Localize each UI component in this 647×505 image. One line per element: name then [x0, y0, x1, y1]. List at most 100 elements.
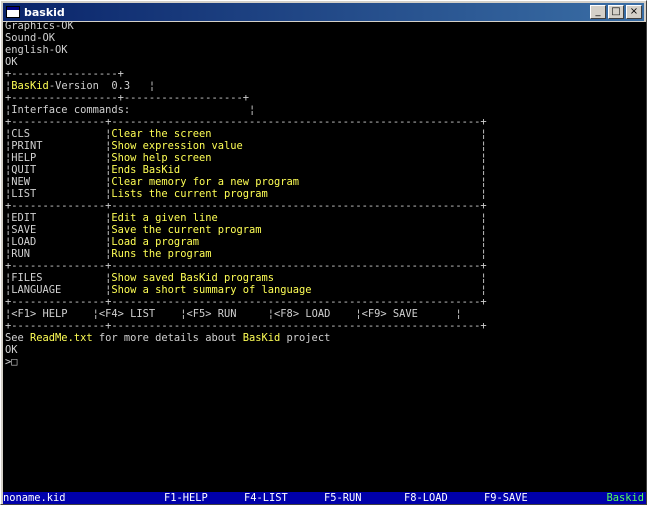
- command-row: ¦PRINT ¦Show expression value ¦: [5, 140, 487, 152]
- command-desc: Clear memory for a new program: [111, 176, 300, 188]
- window-controls: _ □ ×: [588, 5, 642, 19]
- table-border-line: +---------------+-----------------------…: [5, 320, 487, 332]
- pad: ¦: [67, 308, 99, 320]
- command-name: FILES: [11, 272, 43, 284]
- pad: ¦: [36, 188, 112, 200]
- footer-text: See: [5, 332, 31, 344]
- ok-text: OK: [5, 344, 18, 356]
- pad: ¦: [36, 152, 112, 164]
- title-bar[interactable]: baskid _ □ ×: [3, 3, 644, 21]
- version-label: -Version 0.3: [48, 80, 131, 92]
- box-edge: ¦: [299, 176, 487, 188]
- box-border: +-----------------+: [5, 68, 124, 80]
- table-border: +---------------+-----------------------…: [5, 320, 487, 332]
- version-box-top: +-----------------+: [5, 68, 487, 80]
- interface-box-top: +-----------------+-------------------+: [5, 92, 487, 104]
- pad: ¦: [36, 164, 112, 176]
- pad: ¦: [61, 284, 112, 296]
- pad: ¦: [36, 212, 112, 224]
- command-desc: Runs the program: [111, 248, 212, 260]
- box-edge: ¦: [130, 80, 156, 92]
- command-name: NEW: [11, 176, 31, 188]
- command-row: ¦QUIT ¦Ends BasKid ¦: [5, 164, 487, 176]
- status-filename: noname.kid: [3, 492, 66, 504]
- box-edge: ¦: [198, 236, 487, 248]
- app-window-icon[interactable]: [6, 6, 20, 18]
- status-key-save: F9-SAVE: [484, 492, 528, 504]
- box-edge: ¦: [311, 284, 487, 296]
- command-name: LANGUAGE: [11, 284, 62, 296]
- command-row: ¦LANGUAGE ¦Show a short summary of langu…: [5, 284, 487, 296]
- command-desc: Edit a given line: [111, 212, 218, 224]
- brand-name: BasKid: [11, 80, 49, 92]
- command-desc: Show a short summary of language: [111, 284, 312, 296]
- command-name: EDIT: [11, 212, 37, 224]
- table-border-line: +---------------+-----------------------…: [5, 116, 487, 128]
- command-name: QUIT: [11, 164, 37, 176]
- status-key-run: F5-RUN: [324, 492, 362, 504]
- command-row: ¦RUN ¦Runs the program ¦: [5, 248, 487, 260]
- minimize-button[interactable]: _: [590, 5, 606, 19]
- command-name: SAVE: [11, 224, 37, 236]
- box-edge: ¦: [217, 212, 487, 224]
- command-row: ¦EDIT ¦Edit a given line ¦: [5, 212, 487, 224]
- function-key-label: <F1> HELP: [11, 308, 68, 320]
- close-button[interactable]: ×: [626, 5, 642, 19]
- table-border: +---------------+-----------------------…: [5, 200, 487, 212]
- box-edge: ¦: [130, 104, 256, 116]
- readme-line: See ReadMe.txt for more details about Ba…: [5, 332, 487, 344]
- command-desc: Load a program: [111, 236, 199, 248]
- text-cursor[interactable]: □: [11, 356, 17, 368]
- command-row: ¦NEW ¦Clear memory for a new program ¦: [5, 176, 487, 188]
- command-row: ¦SAVE ¦Save the current program ¦: [5, 224, 487, 236]
- command-name: LIST: [11, 188, 37, 200]
- status-key-list: F4-LIST: [244, 492, 288, 504]
- status-brand: Baskid: [606, 492, 644, 504]
- command-row: ¦CLS ¦Clear the screen ¦: [5, 128, 487, 140]
- command-desc: Ends BasKid: [111, 164, 181, 176]
- command-row: ¦LIST ¦Lists the current program ¦: [5, 188, 487, 200]
- footer-text: for more details about: [92, 332, 243, 344]
- function-keys-row: ¦<F1> HELP ¦<F4> LIST ¦<F5> RUN ¦<F8> LO…: [5, 308, 487, 320]
- function-key-label: <F5> RUN: [186, 308, 237, 320]
- table-border: +---------------+-----------------------…: [5, 260, 487, 272]
- command-row: ¦FILES ¦Show saved BasKid programs ¦: [5, 272, 487, 284]
- command-row: ¦HELP ¦Show help screen ¦: [5, 152, 487, 164]
- pad: ¦: [30, 176, 112, 188]
- pad: ¦: [36, 236, 112, 248]
- boot-line: OK: [5, 56, 487, 68]
- pad: ¦: [155, 308, 187, 320]
- function-key-label: <F9> SAVE: [361, 308, 418, 320]
- box-edge: ¦: [261, 224, 487, 236]
- version-box-row: ¦BasKid-Version 0.3 ¦: [5, 80, 487, 92]
- box-edge: ¦: [211, 128, 487, 140]
- pad: ¦: [417, 308, 462, 320]
- command-name: RUN: [11, 248, 31, 260]
- table-border-line: +---------------+-----------------------…: [5, 200, 487, 212]
- pad: ¦: [36, 224, 112, 236]
- box-edge: ¦: [267, 188, 487, 200]
- box-edge: ¦: [274, 272, 487, 284]
- status-key-load: F8-LOAD: [404, 492, 448, 504]
- status-key-help: F1-HELP: [164, 492, 208, 504]
- command-name: CLS: [11, 128, 31, 140]
- boot-line: Graphics-OK: [5, 22, 487, 32]
- boot-text: OK: [5, 56, 18, 68]
- interface-box-row: ¦Interface commands: ¦: [5, 104, 487, 116]
- maximize-button[interactable]: □: [608, 5, 624, 19]
- command-name: LOAD: [11, 236, 37, 248]
- box-edge: ¦: [211, 248, 487, 260]
- command-desc: Show expression value: [111, 140, 243, 152]
- command-row: ¦LOAD ¦Load a program ¦: [5, 236, 487, 248]
- pad: ¦: [42, 272, 112, 284]
- pad: ¦: [42, 140, 112, 152]
- box-edge: ¦: [211, 152, 487, 164]
- console-screen[interactable]: Graphics-OK Sound-OK english-OK OK +--------…: [3, 22, 646, 504]
- command-desc: Show saved BasKid programs: [111, 272, 275, 284]
- ok-line: OK: [5, 344, 487, 356]
- pad: ¦: [30, 128, 112, 140]
- command-desc: Show help screen: [111, 152, 212, 164]
- table-border: +---------------+-----------------------…: [5, 296, 487, 308]
- box-edge: ¦: [242, 140, 487, 152]
- prompt-line: >□: [5, 356, 487, 368]
